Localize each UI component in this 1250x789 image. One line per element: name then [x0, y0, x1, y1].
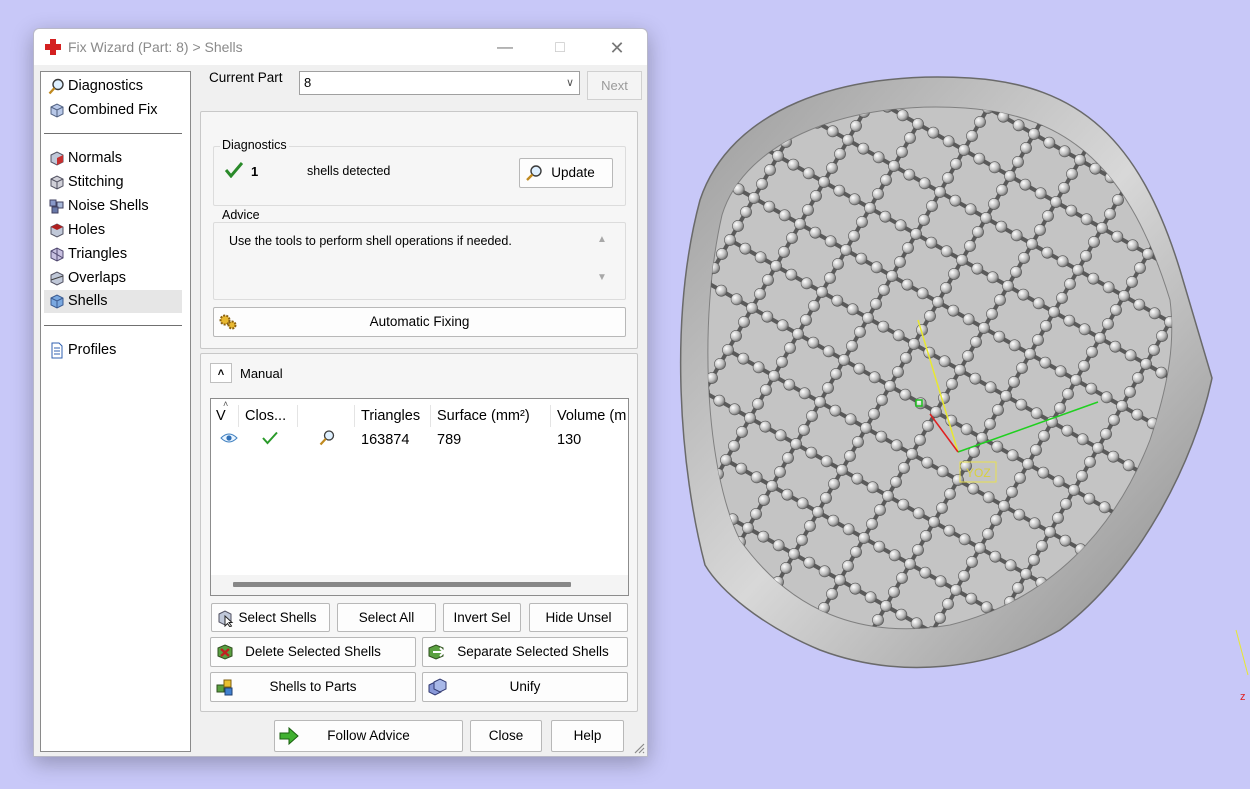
advice-label: Advice	[220, 208, 262, 222]
select-shells-button[interactable]: Select Shells	[211, 603, 330, 632]
checkmark-icon	[262, 431, 278, 445]
sidebar-item-combined-fix[interactable]: Combined Fix	[44, 99, 182, 122]
delete-selected-shells-button[interactable]: Delete Selected Shells	[210, 637, 416, 667]
next-button[interactable]: Next	[587, 71, 642, 100]
fix-wizard-dialog: Fix Wizard (Part: 8) > Shells — □ ✕ Diag…	[33, 28, 648, 757]
horizontal-scrollbar[interactable]	[211, 575, 628, 595]
magnifier-icon[interactable]	[318, 429, 336, 447]
close-window-button[interactable]: ✕	[594, 35, 640, 61]
minimize-button[interactable]: —	[482, 35, 528, 61]
unify-button[interactable]: Unify	[422, 672, 628, 702]
nav-divider	[44, 133, 182, 134]
holes-cube-icon	[50, 223, 64, 238]
scrollbar-thumb[interactable]	[233, 582, 571, 587]
sidebar-item-stitching[interactable]: Stitching	[44, 171, 182, 194]
column-header-surface[interactable]: Surface (mm²)	[432, 405, 551, 427]
help-button[interactable]: Help	[551, 720, 624, 752]
shells-to-parts-button[interactable]: Shells to Parts	[210, 672, 416, 702]
invert-selection-button[interactable]: Invert Sel	[443, 603, 521, 632]
checkmark-icon	[225, 162, 243, 178]
select-shells-icon	[218, 610, 234, 627]
sidebar-item-shells[interactable]: Shells	[44, 290, 182, 313]
diagnostics-label: Diagnostics	[220, 138, 289, 152]
sidebar-nav: Diagnostics Combined Fix Normals Stitchi…	[40, 71, 191, 752]
sidebar-item-noise-shells[interactable]: Noise Shells	[44, 195, 182, 218]
shells-detected-text: shells detected	[307, 164, 391, 178]
diagnostics-panel: Diagnostics 1 shells detected Update Adv…	[200, 111, 638, 349]
magnifier-icon	[48, 78, 64, 95]
sort-indicator-icon: ˄	[223, 399, 229, 409]
column-header-triangles[interactable]: Triangles	[356, 405, 431, 427]
title-bar[interactable]: Fix Wizard (Part: 8) > Shells — □ ✕	[34, 29, 647, 65]
manual-label: Manual	[240, 366, 283, 381]
green-arrow-icon	[279, 727, 299, 745]
shells-cube-icon	[50, 294, 64, 309]
3d-viewport[interactable]: YOZ z	[648, 0, 1250, 786]
chevron-down-icon: ∨	[565, 77, 574, 89]
cube-icon	[50, 103, 64, 118]
overlaps-icon	[50, 271, 64, 286]
follow-advice-button[interactable]: Follow Advice	[274, 720, 463, 752]
triangles-icon	[50, 247, 64, 262]
gears-icon	[219, 314, 237, 330]
shells-table[interactable]: V Clos... Triangles Surface (mm²) Volume…	[210, 398, 629, 596]
automatic-fixing-button[interactable]: Automatic Fixing	[213, 307, 626, 337]
advice-text: Use the tools to perform shell operation…	[229, 234, 512, 248]
shell-count: 1	[251, 164, 259, 179]
current-part-label: Current Part	[209, 70, 283, 85]
nav-divider	[44, 325, 182, 326]
scroll-down-arrow[interactable]: ▼	[597, 272, 607, 283]
shells-to-parts-icon	[216, 679, 233, 696]
stitching-cube-icon	[50, 175, 64, 190]
sidebar-item-diagnostics[interactable]: Diagnostics	[44, 75, 182, 98]
close-button[interactable]: Close	[470, 720, 542, 752]
collapse-chevron-icon[interactable]: ˄	[210, 363, 232, 383]
sidebar-item-triangles[interactable]: Triangles	[44, 243, 182, 266]
select-all-button[interactable]: Select All	[337, 603, 436, 632]
cell-surface: 789	[437, 432, 462, 448]
magnifier-icon	[526, 165, 542, 181]
red-cross-icon	[45, 39, 61, 55]
resize-grip-icon[interactable]	[633, 742, 645, 754]
sidebar-item-profiles[interactable]: Profiles	[44, 339, 182, 362]
scroll-up-arrow[interactable]: ▲	[597, 234, 607, 245]
axis-label: YOZ	[966, 466, 991, 480]
svg-text:z: z	[1240, 691, 1246, 703]
eye-icon[interactable]	[220, 432, 238, 444]
separate-selected-shells-button[interactable]: Separate Selected Shells	[422, 637, 628, 667]
window-title: Fix Wizard (Part: 8) > Shells	[68, 39, 243, 55]
column-header-volume[interactable]: Volume (m	[552, 405, 628, 427]
unify-icon	[428, 678, 447, 696]
column-header-closed[interactable]: Clos...	[240, 405, 298, 427]
cell-volume: 130	[557, 432, 582, 448]
noise-shells-icon	[49, 199, 64, 214]
separate-shells-icon	[428, 644, 446, 660]
document-icon	[51, 342, 63, 359]
normals-cube-icon	[50, 151, 64, 166]
hide-unselected-button[interactable]: Hide Unsel	[529, 603, 628, 632]
sidebar-item-normals[interactable]: Normals	[44, 147, 182, 170]
update-button[interactable]: Update	[519, 158, 613, 188]
delete-shells-icon	[217, 644, 233, 660]
sidebar-item-overlaps[interactable]: Overlaps	[44, 267, 182, 290]
maximize-button[interactable]: □	[537, 35, 583, 61]
column-header-diagnose[interactable]	[299, 405, 355, 427]
current-part-select[interactable]: 8 ∨	[299, 71, 580, 95]
cell-triangles: 163874	[361, 432, 410, 448]
sidebar-item-holes[interactable]: Holes	[44, 219, 182, 242]
